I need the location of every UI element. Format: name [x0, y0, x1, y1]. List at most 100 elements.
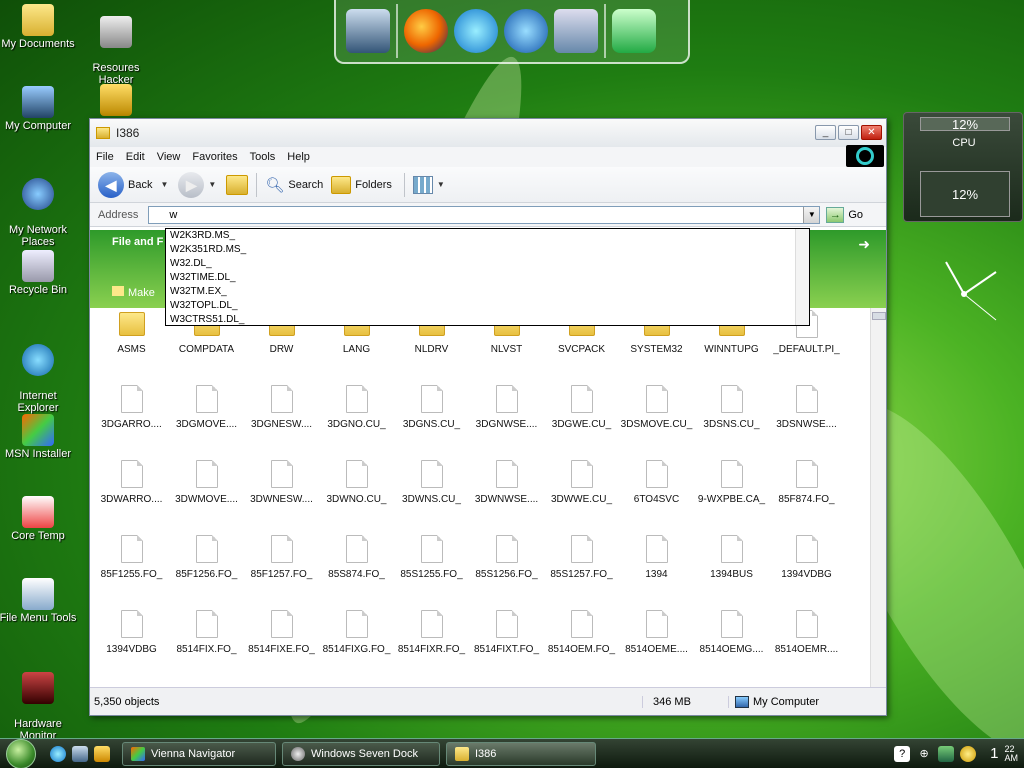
file-item[interactable]: 8514OEMR....: [769, 610, 844, 672]
file-item[interactable]: 8514FIXG.FO_: [319, 610, 394, 672]
media-player-icon[interactable]: [504, 9, 548, 53]
close-button[interactable]: ✕: [861, 125, 882, 140]
file-item[interactable]: 3DGARRO....: [94, 385, 169, 447]
file-item[interactable]: 3DGNWSE....: [469, 385, 544, 447]
recycle-bin-icon[interactable]: [612, 9, 656, 53]
file-item[interactable]: 3DWARRO....: [94, 460, 169, 522]
file-item[interactable]: 8514FIXE.FO_: [244, 610, 319, 672]
internet-explorer-icon[interactable]: [50, 745, 66, 762]
desktop-icon-internet-explorer[interactable]: Internet Explorer: [0, 332, 78, 426]
autocomplete-item[interactable]: W32TM.EX_: [166, 285, 809, 299]
explorer-window[interactable]: I386 _ □ ✕ File Edit View Favorites Tool…: [89, 118, 887, 716]
file-item[interactable]: 3DGNS.CU_: [394, 385, 469, 447]
autocomplete-item[interactable]: W32.DL_: [166, 257, 809, 271]
address-field[interactable]: ▼: [148, 205, 821, 224]
clock-hour[interactable]: 1: [990, 745, 998, 762]
menu-favorites[interactable]: Favorites: [192, 151, 237, 163]
menu-edit[interactable]: Edit: [126, 151, 145, 163]
autocomplete-item[interactable]: W32TOPL.DL_: [166, 299, 809, 313]
back-arrow-icon[interactable]: ◀: [98, 171, 124, 198]
autocomplete-item[interactable]: W3CTRS51.DL_: [166, 313, 809, 327]
taskbar-button-vienna-navigator[interactable]: Vienna Navigator: [122, 741, 276, 766]
monitor-icon[interactable]: [346, 9, 390, 53]
file-item[interactable]: 8514FIXT.FO_: [469, 610, 544, 672]
menu-help[interactable]: Help: [287, 151, 310, 163]
scrollbar-thumb[interactable]: [872, 312, 886, 320]
file-item[interactable]: 85F1257.FO_: [244, 535, 319, 597]
file-item[interactable]: 85S1256.FO_: [469, 535, 544, 597]
title-bar[interactable]: I386 _ □ ✕: [90, 119, 886, 147]
back-button[interactable]: Back: [128, 179, 152, 191]
file-item[interactable]: 85F1255.FO_: [94, 535, 169, 597]
file-item[interactable]: 8514OEMG....: [694, 610, 769, 672]
file-item[interactable]: 3DWWE.CU_: [544, 460, 619, 522]
file-item[interactable]: 8514FIXR.FO_: [394, 610, 469, 672]
file-item[interactable]: 3DWNESW....: [244, 460, 319, 522]
file-item[interactable]: 3DGWE.CU_: [544, 385, 619, 447]
minimize-button[interactable]: _: [815, 125, 836, 140]
folder-item[interactable]: ASMS: [94, 310, 169, 372]
file-item[interactable]: 3DGMOVE....: [169, 385, 244, 447]
forward-history-dropdown[interactable]: ▼: [208, 180, 216, 189]
file-item[interactable]: 3DWNS.CU_: [394, 460, 469, 522]
file-item[interactable]: 3DGNESW....: [244, 385, 319, 447]
file-item[interactable]: 3DSMOVE.CU_: [619, 385, 694, 447]
start-button[interactable]: [6, 738, 36, 768]
messenger-tray-icon[interactable]: [960, 745, 977, 762]
address-input[interactable]: [149, 206, 800, 223]
forward-arrow-icon[interactable]: ▶: [178, 171, 205, 198]
desktop-icon-my-documents[interactable]: My Documents: [0, 4, 78, 50]
task-pane-arrow-icon[interactable]: ➜: [858, 236, 870, 253]
network-computer-icon[interactable]: [554, 9, 598, 53]
desktop-icon-file-menu-tools[interactable]: File Menu Tools: [0, 578, 78, 624]
help-icon[interactable]: ?: [894, 745, 911, 762]
go-button[interactable]: → Go: [826, 206, 863, 223]
desktop-icon-recycle-bin[interactable]: Recycle Bin: [0, 250, 78, 296]
address-dropdown-button[interactable]: ▼: [803, 206, 820, 223]
file-item[interactable]: 3DWNWSE....: [469, 460, 544, 522]
desktop-icon-network[interactable]: My Network Places: [0, 166, 78, 260]
show-desktop-icon[interactable]: [72, 745, 88, 762]
file-item[interactable]: 3DSNWSE....: [769, 385, 844, 447]
autocomplete-scrollbar[interactable]: [795, 229, 809, 325]
task-pane-make-link[interactable]: Make: [112, 286, 155, 299]
file-item[interactable]: 8514OEM.FO_: [544, 610, 619, 672]
taskbar-button-windows-seven-dock[interactable]: Windows Seven Dock: [282, 741, 440, 766]
media-player-icon[interactable]: [94, 745, 110, 762]
internet-explorer-icon[interactable]: [454, 9, 498, 53]
file-item[interactable]: 8514OEME....: [619, 610, 694, 672]
file-item[interactable]: 3DWMOVE....: [169, 460, 244, 522]
desktop-icon-resource-hacker-2[interactable]: [76, 84, 156, 118]
menu-tools[interactable]: Tools: [250, 151, 276, 163]
tray-chevron-icon[interactable]: ⊕: [916, 746, 932, 762]
network-tray-icon[interactable]: [938, 745, 955, 762]
file-item[interactable]: 85S1257.FO_: [544, 535, 619, 597]
file-item[interactable]: 1394BUS: [694, 535, 769, 597]
file-item[interactable]: 1394: [619, 535, 694, 597]
file-item[interactable]: 1394VDBG: [769, 535, 844, 597]
task-pane-title[interactable]: File and F: [112, 236, 163, 248]
folders-button[interactable]: Folders: [355, 179, 392, 191]
file-item[interactable]: 85S1255.FO_: [394, 535, 469, 597]
file-item[interactable]: 85F874.FO_: [769, 460, 844, 522]
views-icon[interactable]: [412, 175, 433, 194]
file-item[interactable]: 9-WXPBE.CA_: [694, 460, 769, 522]
back-history-dropdown[interactable]: ▼: [160, 180, 168, 189]
file-item[interactable]: 3DSNS.CU_: [694, 385, 769, 447]
search-button[interactable]: Search: [288, 179, 323, 191]
desktop-icon-my-computer[interactable]: My Computer: [0, 86, 78, 132]
menu-view[interactable]: View: [157, 151, 181, 163]
menu-file[interactable]: File: [96, 151, 114, 163]
desktop-icon-core-temp[interactable]: Core Temp: [0, 496, 78, 542]
autocomplete-item[interactable]: W2K3RD.MS_: [166, 229, 809, 243]
up-folder-icon[interactable]: [226, 174, 249, 195]
firefox-icon[interactable]: [404, 9, 448, 53]
taskbar-button-i386[interactable]: I386: [446, 741, 596, 766]
desktop-icon-msn-installer[interactable]: MSN Installer: [0, 414, 78, 460]
autocomplete-item[interactable]: W2K351RD.MS_: [166, 243, 809, 257]
maximize-button[interactable]: □: [838, 125, 859, 140]
file-item[interactable]: 6TO4SVC: [619, 460, 694, 522]
file-item[interactable]: 1394VDBG: [94, 610, 169, 672]
file-item[interactable]: 85S874.FO_: [319, 535, 394, 597]
file-item[interactable]: 3DGNO.CU_: [319, 385, 394, 447]
